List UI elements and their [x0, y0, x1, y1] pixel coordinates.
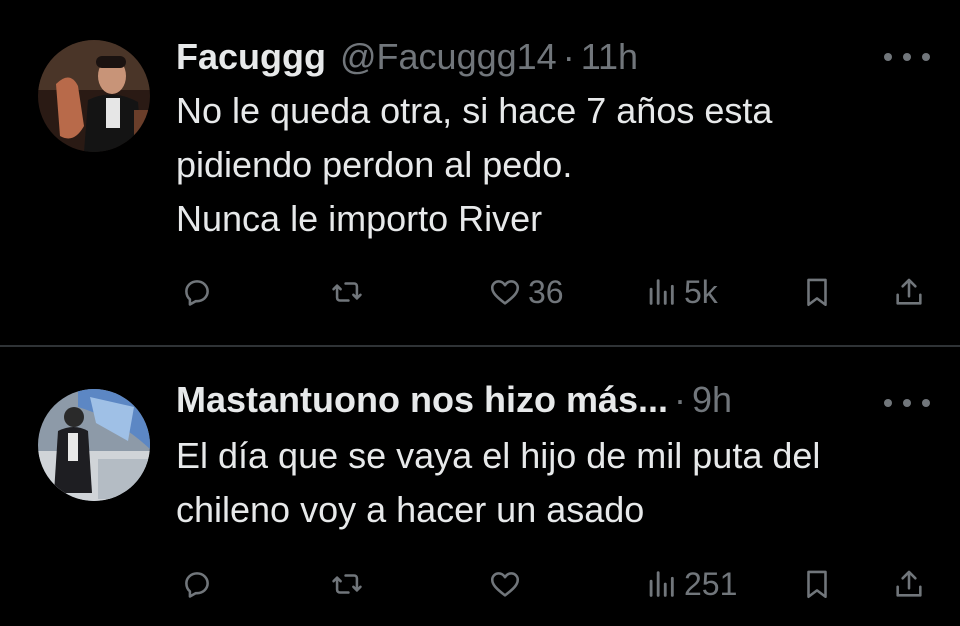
tweet-text-line: chileno voy a hacer un asado: [176, 489, 645, 530]
like-count: 36: [528, 273, 564, 310]
heart-icon: [490, 572, 520, 597]
user-handle[interactable]: @Facuggg14: [340, 36, 557, 78]
tweet-header: Facuggg @Facuggg14 · 11h: [176, 36, 638, 78]
retweet-button[interactable]: [330, 270, 364, 314]
bookmark-icon: [807, 278, 827, 307]
tweet-text-line: No le queda otra, si hace 7 años esta: [176, 90, 773, 131]
share-icon: [896, 278, 922, 305]
view-count: 251: [684, 565, 738, 602]
more-icon[interactable]: [884, 47, 930, 67]
tweet-text: El día que se vaya el hijo de mil puta d…: [176, 429, 936, 537]
tweet[interactable]: Mastantuono nos hizo más... · 9h El día …: [0, 347, 960, 626]
views-icon: [649, 571, 674, 597]
tweet-header: Mastantuono nos hizo más... · 9h: [176, 379, 732, 421]
tweet-text-line: pidiendo perdon al pedo.: [176, 144, 573, 185]
separator: ·: [674, 379, 687, 420]
retweet-icon: [332, 574, 362, 594]
views-button[interactable]: 5k: [644, 270, 718, 314]
action-bar: 36 5k: [0, 270, 960, 314]
avatar-image: [38, 40, 150, 152]
heart-icon: [490, 280, 520, 305]
timestamp[interactable]: 9h: [692, 379, 732, 421]
reply-button[interactable]: [180, 562, 214, 606]
retweet-icon: [332, 282, 362, 302]
reply-button[interactable]: [180, 270, 214, 314]
avatar-image: [38, 389, 150, 501]
more-icon[interactable]: [884, 393, 930, 413]
bookmark-button[interactable]: [800, 562, 834, 606]
like-button[interactable]: [488, 562, 528, 606]
avatar[interactable]: [38, 389, 150, 501]
tweet-text-line: El día que se vaya el hijo de mil puta d…: [176, 435, 821, 476]
views-icon: [649, 279, 674, 305]
retweet-button[interactable]: [330, 562, 364, 606]
display-name[interactable]: Facuggg: [176, 36, 326, 78]
tweet[interactable]: Facuggg @Facuggg14 · 11h No le queda otr…: [0, 0, 960, 346]
separator: ·: [562, 36, 575, 77]
timestamp[interactable]: 11h: [581, 36, 638, 78]
display-name[interactable]: Mastantuono nos hizo más...: [176, 379, 668, 421]
tweet-text: No le queda otra, si hace 7 años esta pi…: [176, 84, 936, 246]
bookmark-button[interactable]: [800, 270, 834, 314]
action-bar: 251: [0, 562, 960, 606]
share-button[interactable]: [892, 270, 926, 314]
avatar[interactable]: [38, 40, 150, 152]
tweet-text-line: Nunca le importo River: [176, 198, 543, 239]
reply-icon: [185, 572, 209, 598]
reply-icon: [185, 280, 209, 306]
share-button[interactable]: [892, 562, 926, 606]
share-icon: [896, 570, 922, 597]
views-button[interactable]: 251: [644, 562, 737, 606]
bookmark-icon: [807, 570, 827, 599]
like-button[interactable]: 36: [488, 270, 564, 314]
view-count: 5k: [684, 273, 718, 310]
